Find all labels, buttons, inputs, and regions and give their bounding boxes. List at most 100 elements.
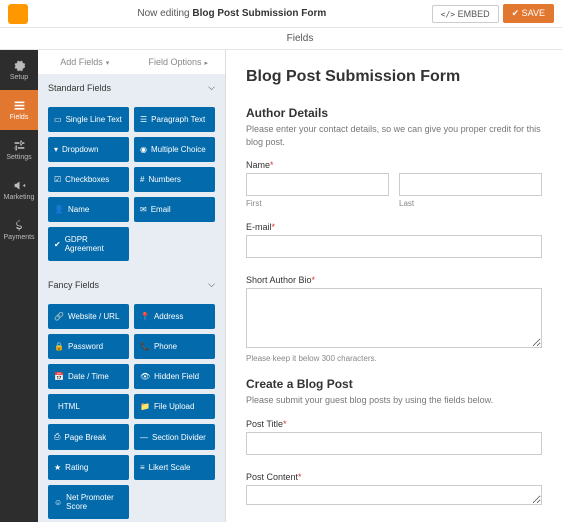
chevron-down-icon: ⌵ — [208, 82, 215, 93]
field-net-promoter-score[interactable]: ☺ Net Promoter Score — [48, 485, 129, 519]
sidebar-label: Payments — [3, 234, 34, 241]
dd-icon: ▾ — [54, 145, 58, 154]
field-checkboxes[interactable]: ☑Checkboxes — [48, 167, 129, 192]
wpforms-logo — [8, 4, 28, 24]
bio-label: Short Author Bio* — [246, 275, 542, 285]
field-label: Password — [68, 342, 103, 351]
field-label: Numbers — [148, 175, 180, 184]
num-icon: # — [140, 175, 144, 184]
field-label: Name — [68, 205, 89, 214]
sidebar-item-payments[interactable]: Payments — [0, 210, 38, 250]
section-author-details: Author Details — [246, 106, 542, 120]
field-file-upload[interactable]: 📁 File Upload — [134, 394, 215, 419]
field-email[interactable]: ✉Email — [134, 197, 215, 222]
bio-textarea[interactable] — [246, 288, 542, 348]
field-label: Dropdown — [62, 145, 98, 154]
field-label: HTML — [58, 402, 80, 411]
name-label: Name* — [246, 160, 542, 170]
field-label: Net Promoter Score — [66, 493, 123, 511]
field-address[interactable]: 📍 Address — [134, 304, 215, 329]
panel-title: Fields — [0, 28, 562, 50]
star-icon: ★ — [54, 463, 61, 472]
post-title-label: Post Title* — [246, 419, 542, 429]
gear-icon — [13, 59, 26, 72]
field-password[interactable]: 🔒 Password — [48, 334, 129, 359]
group-standard-fields[interactable]: Standard Fields⌵ — [38, 74, 225, 101]
sidebar-item-fields[interactable]: Fields — [0, 90, 38, 130]
link-icon: 🔗 — [54, 312, 64, 321]
field-hidden-field[interactable]: 👁 Hidden Field — [134, 364, 215, 389]
tab-field-options[interactable]: Field Options▸ — [132, 50, 226, 74]
section-desc: Please submit your guest blog posts by u… — [246, 394, 542, 407]
horn-icon — [13, 179, 26, 192]
sublabel-first: First — [246, 199, 389, 208]
field-label: Single Line Text — [66, 115, 122, 124]
save-button[interactable]: ✔ SAVE — [503, 4, 554, 23]
field-section-divider[interactable]: — Section Divider — [134, 424, 215, 450]
div-icon: — — [140, 433, 148, 442]
field-date-time[interactable]: 📅 Date / Time — [48, 364, 129, 389]
sidebar-label: Marketing — [4, 194, 35, 201]
section-create-post: Create a Blog Post — [246, 377, 542, 391]
cal-icon: 📅 — [54, 372, 64, 381]
field-label: Section Divider — [152, 433, 206, 442]
last-name-input[interactable] — [399, 173, 542, 196]
field-name[interactable]: 👤 Name — [48, 197, 129, 222]
field-label: Hidden Field — [154, 372, 199, 381]
eye-icon: 👁 — [140, 372, 150, 381]
chevron-down-icon: ▾ — [106, 53, 110, 74]
field-single-line-text[interactable]: ▭Single Line Text — [48, 107, 129, 132]
scale-icon: ≡ — [140, 463, 145, 472]
email-label: E-mail* — [246, 222, 542, 232]
mail-icon: ✉ — [140, 205, 147, 214]
section-desc: Please enter your contact details, so we… — [246, 123, 542, 148]
field-website-url[interactable]: 🔗Website / URL — [48, 304, 129, 329]
field-likert-scale[interactable]: ≡Likert Scale — [134, 455, 215, 480]
sidebar-item-setup[interactable]: Setup — [0, 50, 38, 90]
tab-add-fields[interactable]: Add Fields▾ — [38, 50, 132, 74]
post-content-label: Post Content* — [246, 472, 542, 482]
field-label: Address — [154, 312, 183, 321]
field-page-break[interactable]: ⎙Page Break — [48, 424, 129, 450]
field-label: Phone — [154, 342, 177, 351]
field-phone[interactable]: 📞Phone — [134, 334, 215, 359]
field-multiple-choice[interactable]: ◉Multiple Choice — [134, 137, 215, 162]
pin-icon: 📍 — [140, 312, 150, 321]
group-fancy-fields[interactable]: Fancy Fields⌵ — [38, 271, 225, 298]
sidebar-item-marketing[interactable]: Marketing — [0, 170, 38, 210]
post-content-textarea[interactable] — [246, 485, 542, 505]
email-input[interactable] — [246, 235, 542, 258]
para-icon: ☰ — [140, 115, 147, 124]
fields-panel: Add Fields▾ Field Options▸ Standard Fiel… — [38, 50, 226, 522]
gdpr-icon: ✔ — [54, 240, 61, 249]
sidebar-label: Settings — [6, 154, 31, 161]
lock-icon: 🔒 — [54, 342, 64, 351]
nps-icon: ☺ — [54, 498, 62, 507]
name-icon: 👤 — [54, 205, 64, 214]
list-icon — [13, 99, 26, 112]
field-dropdown[interactable]: ▾ Dropdown — [48, 137, 129, 162]
field-label: File Upload — [154, 402, 194, 411]
dollar-icon — [13, 219, 26, 232]
left-iconbar: Setup Fields Settings Marketing Payments — [0, 50, 38, 522]
first-name-input[interactable] — [246, 173, 389, 196]
embed-button[interactable]: </> EMBED — [432, 5, 499, 23]
chevron-down-icon: ⌵ — [208, 279, 215, 290]
field-rating[interactable]: ★ Rating — [48, 455, 129, 480]
sidebar-label: Setup — [10, 74, 28, 81]
form-title: Blog Post Submission Form — [246, 68, 542, 86]
form-preview: Blog Post Submission Form Author Details… — [226, 50, 562, 522]
code-icon: </> — [441, 10, 455, 19]
field-html[interactable]: HTML — [48, 394, 129, 419]
field-label: Rating — [65, 463, 88, 472]
post-title-input[interactable] — [246, 432, 542, 455]
field-label: Checkboxes — [65, 175, 109, 184]
field-paragraph-text[interactable]: ☰Paragraph Text — [134, 107, 215, 132]
field-gdpr-agreement[interactable]: ✔ GDPR Agreement — [48, 227, 129, 261]
mc-icon: ◉ — [140, 145, 147, 154]
field-numbers[interactable]: # Numbers — [134, 167, 215, 192]
field-label: GDPR Agreement — [65, 235, 123, 253]
field-label: Date / Time — [68, 372, 109, 381]
sidebar-item-settings[interactable]: Settings — [0, 130, 38, 170]
file-icon: 📁 — [140, 402, 150, 411]
